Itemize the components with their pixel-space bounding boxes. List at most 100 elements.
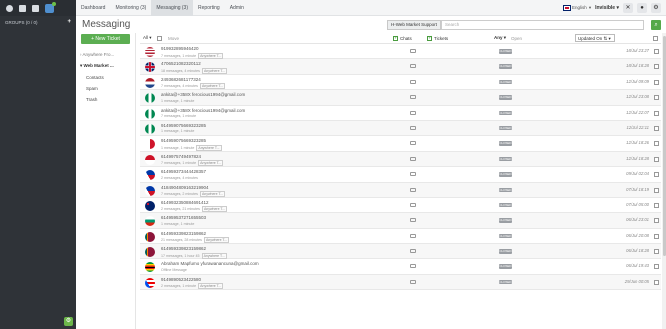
conversation-meta: 7 messages, 1 minute [161, 161, 197, 166]
tools-icon[interactable]: ✕ [623, 2, 633, 13]
row-checkbox[interactable] [654, 233, 659, 239]
updated-date: 12/Jul 22:11 [626, 124, 649, 130]
group-tag: Anywhere T... [198, 160, 224, 167]
nav-reporting[interactable]: Reporting [193, 0, 225, 16]
nav-monitoring[interactable]: Monitoring (3) [110, 0, 151, 16]
row-checkbox[interactable] [654, 218, 659, 224]
folder-contacts[interactable]: Contacts [76, 72, 135, 83]
conversation-summary: Offline Message [161, 268, 187, 272]
conversation-meta: 7 messages, 4 minutes [161, 84, 198, 89]
chat-icon [410, 233, 416, 238]
updated-date: 07/Jul 05:00 [626, 201, 649, 207]
add-group-icon[interactable]: + [67, 19, 71, 25]
updated-date: 18/Jul 18:28 [626, 63, 649, 69]
language-selector[interactable]: English ▾ [563, 4, 591, 11]
group-tag: Anywhere T... [201, 206, 228, 213]
open-filter[interactable]: Open [511, 36, 522, 41]
settings-gear-icon[interactable]: ⚙ [64, 317, 73, 326]
folder-web-market[interactable]: ▾ Web Market ... [76, 60, 135, 72]
conversation-meta: 2 messages, 21 minutes [161, 207, 200, 212]
move-action[interactable]: Move [168, 36, 179, 41]
nav-messaging[interactable]: Messaging (3) [151, 0, 194, 16]
updated-date: 12/Jul 18:26 [626, 140, 649, 146]
chat-icon [410, 79, 416, 84]
list-item[interactable]: 614959537271655503 1 message, 1 minute CLO… [140, 213, 661, 229]
row-checkbox[interactable] [654, 202, 659, 208]
row-checkbox[interactable] [654, 95, 659, 101]
page-title: Messaging [82, 19, 131, 30]
folder-spam[interactable]: Spam [76, 83, 135, 94]
country-flag-icon [145, 216, 155, 227]
row-checkbox[interactable] [654, 249, 659, 255]
list-item[interactable]: 919932895946420 7 messages, 1 minute Anywh… [140, 44, 661, 60]
updated-date: 12/Jul 18:28 [626, 155, 649, 161]
sort-select[interactable]: Updated On ⇅ ▾ [575, 34, 615, 42]
row-checkbox[interactable] [654, 156, 659, 162]
nav-dashboard[interactable]: Dashboard [76, 0, 110, 16]
list-item[interactable]: 614959339823159862 17 messages, 1 hour 45… [140, 244, 661, 260]
row-checkbox[interactable] [654, 125, 659, 131]
list-item[interactable]: ankita@+358X ferocious1994@gmail.com 1 me… [140, 90, 661, 106]
row-checkbox[interactable] [654, 279, 659, 285]
folder-anywhere[interactable]: › Anywhere Fro... [76, 49, 135, 60]
country-flag-icon [145, 170, 155, 181]
tickets-checkbox[interactable] [427, 35, 432, 41]
row-checkbox[interactable] [654, 64, 659, 70]
status-badge: CLOSED [499, 156, 512, 162]
status-badge: CLOSED [499, 249, 512, 254]
department-filter[interactable]: H-Web Market Support [387, 20, 441, 30]
user-menu-icon[interactable]: ● [637, 2, 647, 13]
select-all[interactable]: All ▾ [143, 35, 152, 41]
chat-icon [410, 49, 416, 53]
search-button[interactable]: ⌕ [651, 20, 661, 30]
list-item[interactable]: 6149932350884691412 2 messages, 21 minute… [140, 198, 661, 214]
list-item[interactable]: 6149975749497824 7 messages, 1 minute Anyw… [140, 151, 661, 168]
app-logo-icon[interactable] [45, 1, 56, 13]
folder-trash[interactable]: Trash [76, 94, 135, 105]
user-icon[interactable] [6, 4, 13, 12]
status-badge: CLOSED [499, 187, 512, 193]
contacts-icon[interactable] [19, 4, 26, 12]
chats-checkbox[interactable] [393, 35, 398, 41]
conversation-title: 919932895946420 [161, 46, 199, 51]
list-item[interactable]: 614959373444428357 2 messages, 4 minutes C… [140, 167, 661, 183]
gear-icon[interactable]: ⚙ [651, 2, 661, 13]
row-checkbox[interactable] [654, 79, 659, 85]
list-item[interactable]: 9149890523422580 2 messages, 1 minute Anyw… [140, 274, 661, 291]
list-item[interactable]: 914959075669323285 1 message, 1 minute Any… [140, 136, 661, 152]
nav-right-controls: English ▾ Invisible ▾ ✕ ● ⚙ [563, 2, 666, 13]
row-checkbox[interactable] [654, 49, 659, 54]
conversation-summary: 17 messages, 1 hour 45 Anywhere T... [161, 252, 227, 259]
list-item[interactable]: 4184904809163219904 7 messages, 2 minutes… [140, 182, 661, 198]
nav-admin[interactable]: Admin [225, 0, 249, 16]
list-item[interactable]: ankita@+358X ferocious1994@gmail.com 7 me… [140, 106, 661, 121]
search-input[interactable]: Search [441, 20, 644, 30]
conversation-summary: 2 messages, 1 minute Anywhere T... [161, 283, 224, 290]
updated-date: 06/Jul 19:43 [626, 263, 649, 269]
list-item[interactable]: 2493682681177324 7 messages, 4 minutes Any… [140, 75, 661, 91]
select-all-checkbox[interactable] [157, 35, 162, 41]
scrollbar[interactable] [662, 33, 666, 329]
updated-date: 06/Jul 18:28 [626, 248, 649, 254]
row-checkbox[interactable] [654, 187, 659, 193]
header-right-checkbox[interactable] [653, 35, 658, 41]
list-item[interactable]: 614959339823159862 21 messages, 28 minute… [140, 229, 661, 245]
row-checkbox[interactable] [654, 110, 659, 116]
group-tag: Anywhere T... [196, 144, 222, 151]
conversation-list: All ▾ Move Chats Tickets Any ▾ Open Upda… [140, 33, 661, 329]
status-selector[interactable]: Invisible ▾ [595, 5, 619, 11]
status-filter[interactable]: Any ▾ [494, 35, 506, 41]
list-item[interactable]: 914959075669323285 1 message, 1 minute CLO… [140, 120, 661, 137]
list-item[interactable]: 4706521082320112 18 messages, 4 minutes An… [140, 59, 661, 75]
conversation-title: 914959075669323285 [161, 138, 207, 144]
row-checkbox[interactable] [654, 141, 659, 147]
filter-icon[interactable] [32, 4, 39, 12]
conversation-summary: 18 messages, 4 minutes Anywhere T... [161, 67, 228, 74]
conversation-summary: 1 message, 1 minute [161, 99, 194, 103]
new-ticket-button[interactable]: + New Ticket [81, 34, 130, 44]
conversation-meta: 1 message, 1 minute [161, 98, 195, 103]
row-checkbox[interactable] [654, 264, 659, 270]
group-tag: Anywhere T... [201, 252, 227, 259]
list-item[interactable]: Abraham Mapfumo yfurawanancuna@gmail.com… [140, 259, 661, 275]
row-checkbox[interactable] [654, 172, 659, 178]
